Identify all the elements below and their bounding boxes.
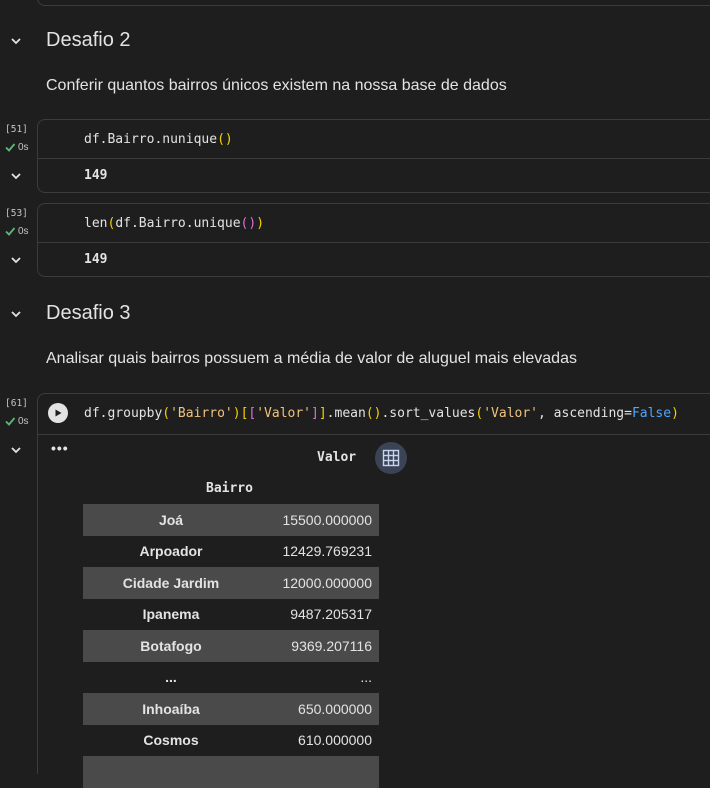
check-icon: [5, 143, 16, 152]
row-value: 610.000000: [298, 732, 372, 749]
index-name: Bairro: [206, 481, 253, 496]
execution-time: 0s: [18, 415, 29, 427]
row-index-bairro: Botafogo: [83, 630, 259, 662]
column-header: Valor: [317, 450, 357, 465]
table-row: ......: [83, 662, 379, 694]
row-value: 650.000000: [259, 693, 379, 725]
row-value: ...: [360, 669, 372, 686]
row-value: 12000.000000: [259, 567, 379, 599]
chevron-down-icon: [11, 38, 21, 45]
row-value: 9369.207116: [259, 630, 379, 662]
code-cell[interactable]: df.Bairro.nunique() 149: [37, 119, 710, 193]
section-heading: Desafio 3: [46, 302, 131, 324]
execution-count: [61]: [5, 398, 28, 409]
collapse-output-button[interactable]: [9, 443, 23, 457]
execution-status: 0s: [4, 141, 29, 153]
table-icon: [382, 449, 400, 467]
row-index-bairro: ...: [165, 669, 177, 686]
run-cell-button[interactable]: [48, 403, 68, 423]
table-row: Cidade Jardim 12000.000000: [83, 567, 379, 599]
collapse-output-button[interactable]: [9, 169, 23, 183]
execution-status: 0s: [4, 225, 29, 237]
chevron-down-icon: [11, 257, 21, 264]
table-row: Inhoaíba 650.000000: [83, 693, 379, 725]
collapse-output-button[interactable]: [9, 253, 23, 267]
execution-count: [51]: [5, 124, 28, 135]
row-value: 12429.769231: [282, 543, 372, 560]
table-row: Arpoador 12429.769231: [83, 536, 379, 568]
code-cell[interactable]: df.groupby('Bairro')[['Valor']].mean().s…: [37, 393, 710, 788]
row-index-bairro: Cidade Jardim: [83, 567, 259, 599]
collapse-section-button[interactable]: [9, 307, 23, 321]
execution-time: 0s: [18, 225, 29, 237]
code-editor[interactable]: df.groupby('Bairro')[['Valor']].mean().s…: [84, 406, 679, 421]
chevron-down-icon: [11, 311, 21, 318]
table-row: Joá 15500.000000: [83, 504, 379, 536]
cell-divider: [38, 434, 710, 435]
execution-time: 0s: [18, 141, 29, 153]
row-index-bairro: Joá: [83, 504, 259, 536]
row-index-bairro: [83, 756, 259, 788]
section-description: Conferir quantos bairros únicos existem …: [46, 77, 507, 94]
previous-cell: [37, 0, 710, 6]
section-heading: Desafio 2: [46, 29, 131, 51]
table-row: [83, 756, 379, 788]
table-row: Cosmos 610.000000: [83, 725, 379, 757]
collapse-section-button[interactable]: [9, 34, 23, 48]
chevron-down-icon: [11, 447, 21, 454]
execution-count: [53]: [5, 208, 28, 219]
section-description: Analisar quais bairros possuem a média d…: [46, 350, 577, 367]
cell-divider: [38, 158, 710, 159]
row-index-bairro: Cosmos: [143, 732, 199, 749]
cell-output: 149: [84, 168, 108, 183]
chevron-down-icon: [11, 173, 21, 180]
output-menu-button[interactable]: •••: [51, 440, 69, 456]
table-row: Ipanema 9487.205317: [83, 599, 379, 631]
table-view-button[interactable]: [375, 442, 407, 474]
row-index-bairro: Ipanema: [142, 606, 200, 623]
code-editor[interactable]: len(df.Bairro.unique()): [84, 216, 264, 231]
row-index-bairro: Arpoador: [139, 543, 203, 560]
row-value: [259, 756, 379, 788]
cell-divider: [38, 242, 710, 243]
dataframe-table: Joá 15500.000000 Arpoador 12429.769231 Cidad…: [83, 504, 379, 788]
code-editor[interactable]: df.Bairro.nunique(): [84, 132, 233, 147]
execution-status: 0s: [4, 415, 29, 427]
play-icon: [55, 409, 62, 417]
cell-output: 149: [84, 252, 108, 267]
table-row: Botafogo 9369.207116: [83, 630, 379, 662]
row-index-bairro: Inhoaíba: [83, 693, 259, 725]
row-value: 15500.000000: [259, 504, 379, 536]
check-icon: [5, 227, 16, 236]
row-value: 9487.205317: [290, 606, 372, 623]
check-icon: [5, 417, 16, 426]
code-cell[interactable]: len(df.Bairro.unique()) 149: [37, 203, 710, 277]
